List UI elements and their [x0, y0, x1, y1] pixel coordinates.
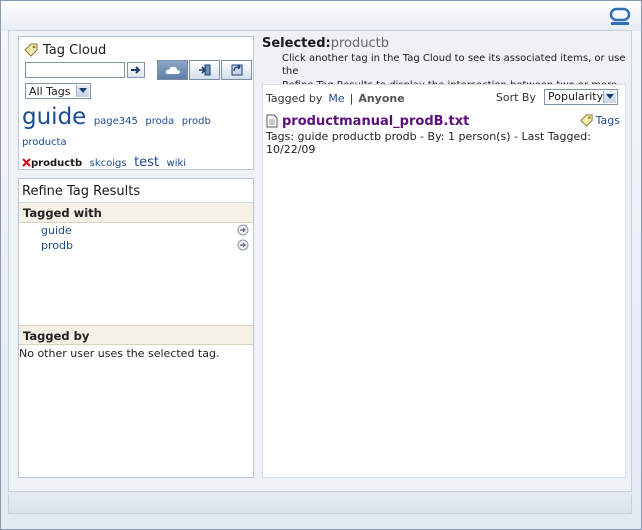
import-view-button[interactable] [189, 60, 220, 80]
chevron-down-icon [76, 85, 89, 97]
tag-link-producta[interactable]: producta [22, 137, 67, 148]
tag-link-proda[interactable]: proda [145, 116, 174, 127]
tag-cloud-header: Tag Cloud [19, 37, 253, 59]
refine-title: Refine Tag Results [19, 179, 253, 203]
view-mode-buttons [157, 60, 253, 80]
results-area: Selected:productb Click another tag in t… [262, 36, 626, 478]
bottom-bar [8, 494, 632, 514]
selected-label: Selected: [262, 36, 331, 51]
tagged-with-label[interactable]: prodb [41, 239, 73, 252]
tag-filter-value: All Tags [29, 84, 71, 98]
tag-link-guide[interactable]: guide [22, 104, 86, 130]
oracle-logo-icon [609, 7, 631, 25]
tagged-by-filter-label: Tagged by [266, 91, 323, 105]
result-item: productmanual_prodB.txt Tags [266, 112, 622, 130]
tag-selected-productb[interactable]: productb [31, 158, 82, 169]
tag-link-prodb[interactable]: prodb [182, 116, 211, 127]
result-title-link[interactable]: productmanual_prodB.txt [282, 114, 469, 129]
top-bar [1, 1, 641, 31]
tagged-with-item-guide[interactable]: guide [19, 223, 253, 238]
chevron-down-icon [603, 91, 616, 103]
tag-icon [579, 114, 593, 127]
add-refine-icon[interactable] [237, 224, 249, 236]
tag-link-wiki[interactable]: wiki [167, 158, 187, 169]
selected-tag-title: Selected:productb [262, 36, 626, 51]
tagged-with-label[interactable]: guide [41, 224, 72, 237]
filter-me-link[interactable]: Me [328, 92, 344, 105]
refine-tag-results-panel: Refine Tag Results Tagged with guide pro… [18, 178, 254, 478]
tag-search-input[interactable] [25, 62, 125, 78]
import-icon [198, 64, 210, 76]
remove-tag-icon[interactable] [22, 158, 31, 167]
result-meta: Tags: guide productb prodb - By: 1 perso… [266, 130, 591, 156]
filter-separator: | [349, 91, 354, 105]
tag-cloud-list: guide page345 proda prodb producta produ… [22, 104, 250, 174]
sort-by-select[interactable]: Popularity [544, 89, 618, 105]
cloud-icon [165, 66, 180, 74]
tag-filter-select[interactable]: All Tags [25, 83, 91, 99]
tagged-by-message: No other user uses the selected tag. [19, 347, 220, 360]
tagged-with-item-prodb[interactable]: prodb [19, 238, 253, 253]
tag-cloud-title: Tag Cloud [43, 42, 107, 58]
sort-by-value: Popularity [548, 90, 604, 103]
tag-link-test[interactable]: test [134, 155, 159, 170]
tagged-by-heading: Tagged by [19, 325, 253, 345]
selected-tag-value: productb [330, 36, 389, 51]
arrow-right-icon [131, 66, 141, 74]
tag-link-page345[interactable]: page345 [94, 116, 138, 127]
result-tags-link[interactable]: Tags [579, 113, 620, 128]
tag-icon [24, 43, 38, 57]
tag-link-skcoigs[interactable]: skcoigs [90, 158, 127, 169]
refresh-icon [231, 64, 242, 76]
tagged-with-list: guide prodb [19, 223, 253, 325]
filter-row: Tagged by Me | Anyone Sort By Popularity [262, 88, 626, 108]
tag-search-go-button[interactable] [127, 62, 145, 78]
cloud-view-button[interactable] [157, 60, 188, 80]
result-tags-label[interactable]: Tags [596, 114, 620, 127]
tag-cloud-panel: Tag Cloud All Tags guide page345 proda p… [18, 36, 254, 170]
selected-hint-line1: Click another tag in the Tag Cloud to se… [282, 53, 626, 77]
tag-search-row [25, 62, 145, 78]
add-refine-icon[interactable] [237, 239, 249, 251]
refresh-view-button[interactable] [221, 60, 252, 80]
sort-by-label: Sort By [495, 91, 536, 104]
filter-anyone-link[interactable]: Anyone [358, 92, 404, 105]
tagged-with-heading: Tagged with [19, 203, 253, 223]
text-file-icon [266, 114, 278, 128]
